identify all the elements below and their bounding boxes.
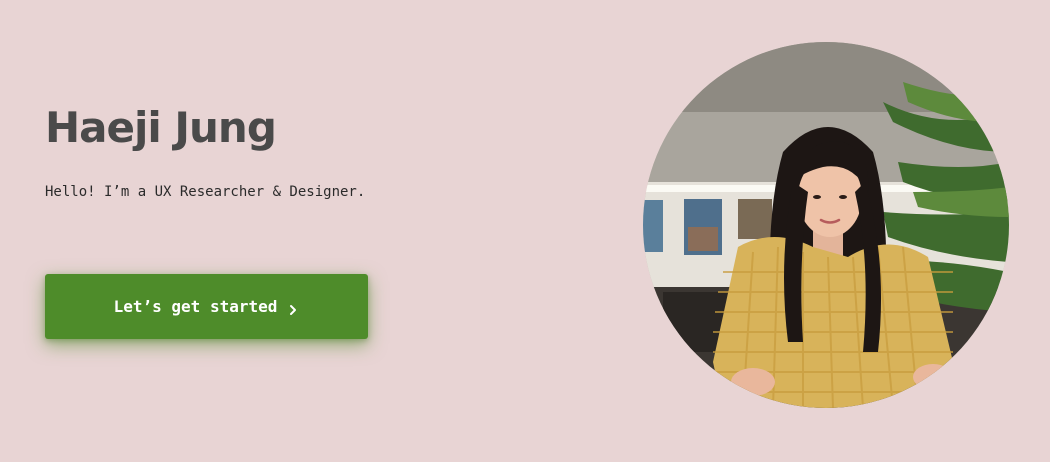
tagline: Hello! I’m a UX Researcher & Designer. bbox=[45, 184, 366, 200]
get-started-button[interactable]: Let’s get started bbox=[45, 274, 368, 339]
chevron-right-icon bbox=[287, 301, 299, 315]
page-title: Haeji Jung bbox=[45, 103, 277, 152]
get-started-label: Let’s get started bbox=[113, 297, 278, 316]
hero-section: Haeji Jung Hello! I’m a UX Researcher & … bbox=[0, 0, 1050, 462]
profile-photo bbox=[643, 42, 1009, 408]
